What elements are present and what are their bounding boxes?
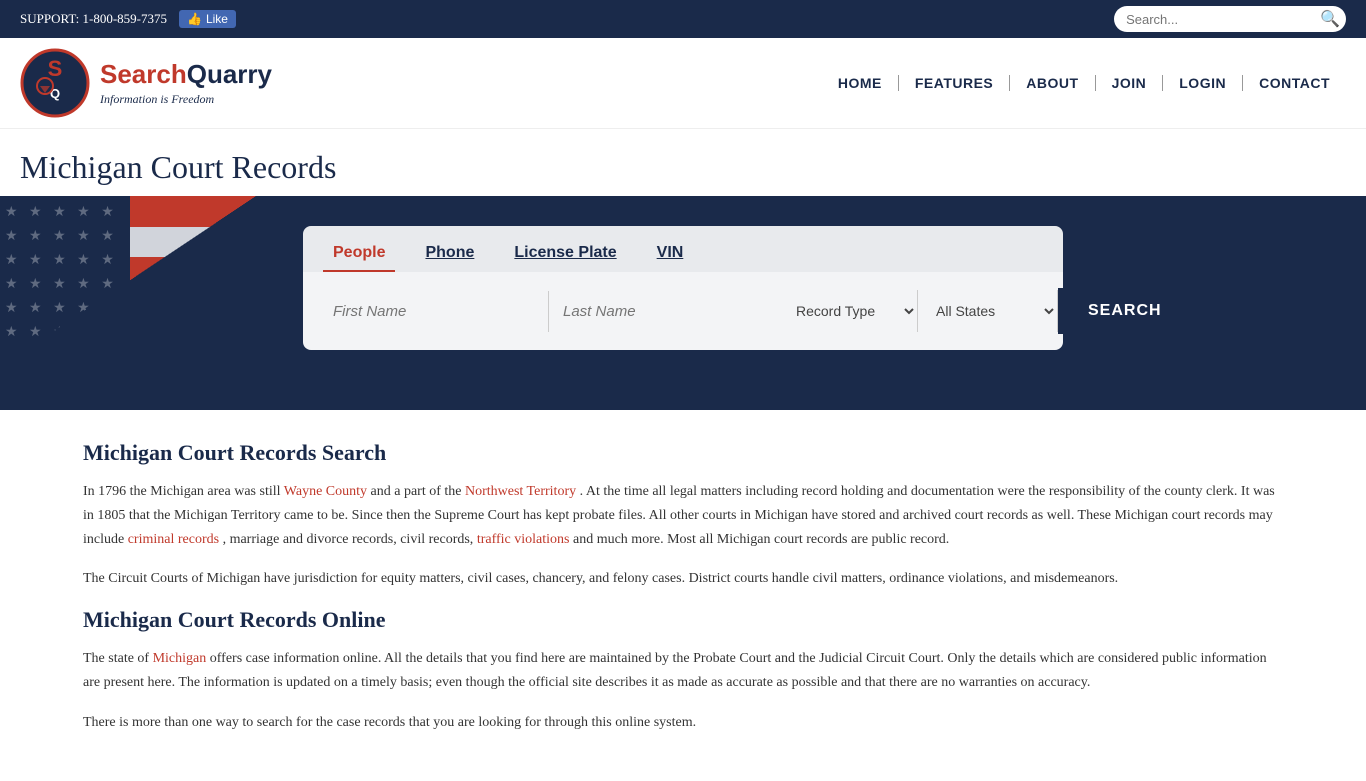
criminal-records-link[interactable]: criminal records xyxy=(128,532,219,547)
stripe-white-1 xyxy=(130,227,320,258)
tab-license-plate[interactable]: License Plate xyxy=(504,236,626,272)
flag-background xyxy=(0,196,320,410)
traffic-violations-link[interactable]: traffic violations xyxy=(477,532,570,547)
nav-contact[interactable]: CONTACT xyxy=(1243,75,1346,91)
search-form: Record Type Criminal Records Civil Recor… xyxy=(303,272,1063,350)
top-bar: SUPPORT: 1-800-859-7375 👍 Like 🔍 xyxy=(0,0,1366,38)
top-bar-left: SUPPORT: 1-800-859-7375 👍 Like xyxy=(20,10,236,28)
stripe-red-2 xyxy=(130,257,320,288)
northwest-territory-link[interactable]: Northwest Territory xyxy=(465,484,576,499)
michigan-link[interactable]: Michigan xyxy=(153,651,207,666)
nav-login[interactable]: LOGIN xyxy=(1163,75,1243,91)
nav-features[interactable]: FEATURES xyxy=(899,75,1010,91)
main-nav: HOME FEATURES ABOUT JOIN LOGIN CONTACT xyxy=(822,75,1346,91)
tab-phone[interactable]: Phone xyxy=(415,236,484,272)
flag-diagonal xyxy=(0,196,320,410)
svg-text:Q: Q xyxy=(50,86,60,101)
stripe-red-4 xyxy=(130,379,320,410)
brand-name: SearchSearchQuarryQuarry xyxy=(100,59,272,90)
section2-paragraph2: There is more than one way to search for… xyxy=(83,711,1283,735)
header: S Q SearchSearchQuarryQuarry Information… xyxy=(0,38,1366,129)
stripe-red-1 xyxy=(130,196,320,227)
support-phone: SUPPORT: 1-800-859-7375 xyxy=(20,11,167,27)
logo-tagline: Information is Freedom xyxy=(100,92,272,107)
thumbs-up-icon: 👍 xyxy=(187,12,202,26)
logo-shield-icon: S Q xyxy=(20,48,90,118)
section2-paragraph1: The state of Michigan offers case inform… xyxy=(83,647,1283,695)
flag-stripes xyxy=(130,196,320,410)
tab-people[interactable]: People xyxy=(323,236,395,272)
svg-text:S: S xyxy=(48,56,63,81)
search-container: People Phone License Plate VIN Record Ty… xyxy=(303,226,1063,350)
stripe-white-3 xyxy=(130,349,320,380)
nav-join[interactable]: JOIN xyxy=(1096,75,1164,91)
section1-paragraph1: In 1796 the Michigan area was still Wayn… xyxy=(83,480,1283,551)
all-states-select[interactable]: All States Michigan Alabama Alaska Arizo… xyxy=(918,290,1058,332)
search-tabs: People Phone License Plate VIN xyxy=(303,226,1063,272)
page-title: Michigan Court Records xyxy=(20,149,1346,186)
record-type-select[interactable]: Record Type Criminal Records Civil Recor… xyxy=(778,290,918,332)
top-search-bar[interactable]: 🔍 xyxy=(1114,6,1346,32)
top-search-input[interactable] xyxy=(1120,10,1320,29)
search-icon[interactable]: 🔍 xyxy=(1320,9,1340,29)
section2-title: Michigan Court Records Online xyxy=(83,607,1283,633)
hero-banner: People Phone License Plate VIN Record Ty… xyxy=(0,196,1366,410)
content-area: Michigan Court Records Search In 1796 th… xyxy=(63,410,1303,781)
logo-area: S Q SearchSearchQuarryQuarry Information… xyxy=(20,48,272,118)
section1-title: Michigan Court Records Search xyxy=(83,440,1283,466)
first-name-input[interactable] xyxy=(319,291,549,332)
logo-brand: SearchSearchQuarryQuarry Information is … xyxy=(100,59,272,107)
nav-about[interactable]: ABOUT xyxy=(1010,75,1095,91)
stripe-white-2 xyxy=(130,288,320,319)
nav-home[interactable]: HOME xyxy=(822,75,899,91)
search-button[interactable]: SEARCH xyxy=(1058,288,1192,334)
facebook-like-button[interactable]: 👍 Like xyxy=(179,10,236,28)
page-title-area: Michigan Court Records xyxy=(0,129,1366,196)
wayne-county-link[interactable]: Wayne County xyxy=(284,484,367,499)
stripe-red-3 xyxy=(130,318,320,349)
flag-stars xyxy=(0,196,130,410)
last-name-input[interactable] xyxy=(549,291,778,332)
tab-vin[interactable]: VIN xyxy=(647,236,694,272)
section1-paragraph2: The Circuit Courts of Michigan have juri… xyxy=(83,567,1283,591)
